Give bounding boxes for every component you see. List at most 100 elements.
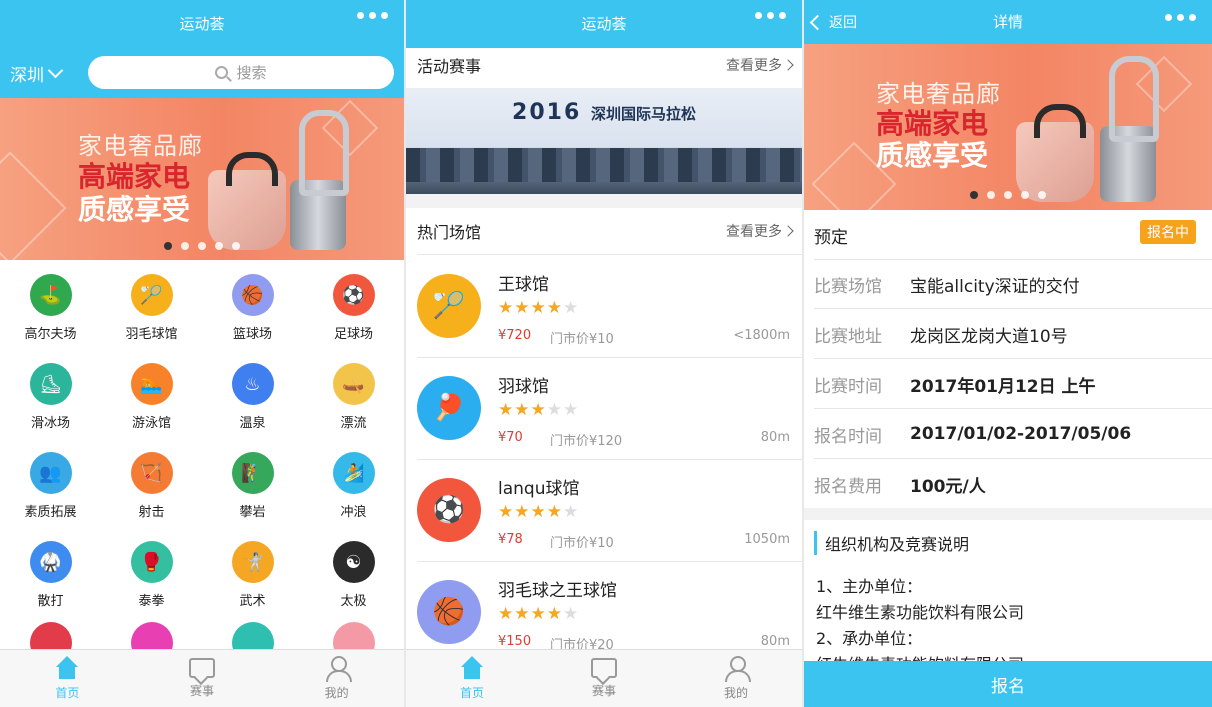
detail-value: 宝能allcity深证的交付 — [910, 276, 1080, 297]
star-empty-icon: ★ — [546, 400, 563, 420]
venue-list-item[interactable]: ⚽ lanqu球馆 ★★★★★ ¥78 门市价¥10 1050m — [417, 460, 802, 562]
category-item[interactable]: 👥 素质拓展 — [0, 440, 101, 529]
tab-label: 我的 — [324, 686, 349, 700]
venue-distance: 80m — [760, 634, 790, 649]
star-filled-icon: ★ — [514, 502, 531, 522]
marathon-name: 深圳国际马拉松 — [590, 105, 696, 123]
rating-stars: ★★★★★ — [498, 298, 579, 318]
top-bar: 返回 详情 — [804, 0, 1212, 44]
bottom-tab-bar: 首页 赛事 我的 — [406, 649, 802, 707]
star-filled-icon: ★ — [546, 604, 563, 624]
tab-home[interactable]: 首页 — [406, 650, 538, 707]
status-badge[interactable]: 报名中 — [1140, 220, 1196, 244]
detail-screen: 返回 详情 家电奢品廊 高端家电 质感享受 预定 报名中 比赛场馆 宝能allci… — [804, 0, 1212, 707]
more-menu-icon[interactable] — [755, 12, 786, 19]
category-label: 太极 — [340, 594, 367, 609]
category-item[interactable]: 🏀 篮球场 — [202, 262, 303, 351]
category-item[interactable]: 🏹 射击 — [101, 440, 202, 529]
detail-key: 比赛场馆 — [814, 276, 882, 297]
category-label: 足球场 — [333, 327, 373, 342]
venue-distance: 1050m — [744, 532, 790, 547]
star-empty-icon: ★ — [563, 502, 580, 522]
category-item[interactable]: 🏸 羽毛球馆 — [101, 262, 202, 351]
venue-list-item[interactable]: 🏸 王球馆 ★★★★★ ¥720 门市价¥10 <1800m — [417, 256, 802, 358]
venue-name: 羽毛球之王球馆 — [498, 581, 617, 601]
gate-price: 门市价¥120 — [550, 434, 623, 449]
promo-banner[interactable]: 家电奢品廊 高端家电 质感享受 — [0, 98, 404, 260]
city-selector[interactable]: 深圳 — [10, 61, 64, 86]
banner-pager[interactable] — [0, 242, 404, 250]
tab-home[interactable]: 首页 — [0, 650, 135, 707]
kettle-image — [208, 152, 286, 250]
venues-more-link[interactable]: 查看更多 — [726, 221, 792, 241]
venue-list-item[interactable]: 🏓 羽球馆 ★★★★★ ¥70 门市价¥120 80m — [417, 358, 802, 460]
more-menu-icon[interactable] — [357, 12, 388, 19]
more-menu-icon[interactable] — [1165, 14, 1196, 21]
top-bar: 运动荟 — [406, 0, 802, 48]
category-label: 羽毛球馆 — [125, 327, 178, 342]
swimming-icon: 🏊 — [130, 363, 173, 405]
category-label: 散打 — [37, 594, 64, 609]
detail-key: 报名时间 — [814, 426, 882, 447]
venue-name: 王球馆 — [498, 275, 549, 295]
profile-icon — [324, 656, 352, 682]
home-screen: 运动荟 深圳 搜索 家电奢品廊 高端家电 质感享受 ⛳ 高尔夫场 🏸 羽毛球馆 🏀 篮球场… — [0, 0, 404, 707]
detail-row: 报名时间 2017/01/02-2017/05/06 — [814, 410, 1212, 459]
category-item[interactable]: 🛶 漂流 — [303, 351, 404, 440]
signup-button[interactable]: 报名 — [804, 661, 1212, 707]
marathon-year: 2016 — [512, 100, 582, 125]
marathon-banner[interactable]: 2016 深圳国际马拉松 — [406, 88, 802, 194]
shuttlecock-icon: 🏸 — [130, 274, 173, 316]
page-title: 详情 — [992, 13, 1023, 31]
events-more-link[interactable]: 查看更多 — [726, 55, 792, 75]
category-item[interactable]: 🤺 武术 — [202, 529, 303, 618]
venue-price: ¥70 — [498, 430, 523, 445]
tab-events[interactable]: 赛事 — [538, 650, 670, 707]
skyline-image — [406, 148, 802, 182]
category-item[interactable]: ⛳ 高尔夫场 — [0, 262, 101, 351]
sanda-icon: 🥋 — [29, 541, 72, 583]
kettle-image — [1016, 104, 1094, 202]
venue-name: 羽球馆 — [498, 377, 549, 397]
category-item[interactable]: 🏄 冲浪 — [303, 440, 404, 529]
category-item[interactable]: 🏊 游泳馆 — [101, 351, 202, 440]
promo-banner[interactable]: 家电奢品廊 高端家电 质感享受 — [804, 44, 1212, 210]
category-label: 高尔夫场 — [24, 327, 77, 342]
category-item[interactable]: ⚽ 足球场 — [303, 262, 404, 351]
category-label: 泰拳 — [138, 594, 165, 609]
detail-value: 2017/01/02-2017/05/06 — [910, 424, 1132, 444]
search-input[interactable]: 搜索 — [88, 56, 394, 89]
fan-image — [290, 110, 349, 250]
star-filled-icon: ★ — [498, 502, 515, 522]
org-section-title: 组织机构及竞赛说明 — [814, 531, 969, 555]
star-filled-icon: ★ — [498, 298, 515, 318]
tab-events[interactable]: 赛事 — [135, 650, 270, 707]
category-item[interactable]: 🥋 散打 — [0, 529, 101, 618]
category-label: 漂流 — [340, 416, 367, 431]
tab-label: 首页 — [459, 686, 484, 700]
category-item[interactable]: ♨ 温泉 — [202, 351, 303, 440]
app-title: 运动荟 — [581, 15, 627, 33]
rafting-icon: 🛶 — [332, 363, 375, 405]
star-filled-icon: ★ — [514, 400, 531, 420]
soccer-icon: ⚽ — [417, 478, 481, 542]
category-label: 射击 — [138, 505, 165, 520]
basketball-icon: 🏀 — [231, 274, 274, 316]
banner-pager[interactable] — [804, 191, 1212, 199]
category-item[interactable]: ⛸ 滑冰场 — [0, 351, 101, 440]
category-item[interactable]: ☯ 太极 — [303, 529, 404, 618]
tab-profile[interactable]: 我的 — [670, 650, 802, 707]
detail-key: 报名费用 — [814, 476, 882, 497]
venue-name: lanqu球馆 — [498, 479, 580, 499]
category-item[interactable]: 🥊 泰拳 — [101, 529, 202, 618]
star-filled-icon: ★ — [546, 502, 563, 522]
category-label: 攀岩 — [239, 505, 266, 520]
events-icon — [189, 658, 215, 678]
star-filled-icon: ★ — [530, 400, 547, 420]
app-title: 运动荟 — [179, 15, 225, 33]
wushu-icon: 🤺 — [231, 541, 274, 583]
detail-value: 龙岗区龙岗大道10号 — [910, 326, 1068, 347]
tab-label: 我的 — [723, 686, 748, 700]
tab-profile[interactable]: 我的 — [269, 650, 404, 707]
category-item[interactable]: 🧗 攀岩 — [202, 440, 303, 529]
